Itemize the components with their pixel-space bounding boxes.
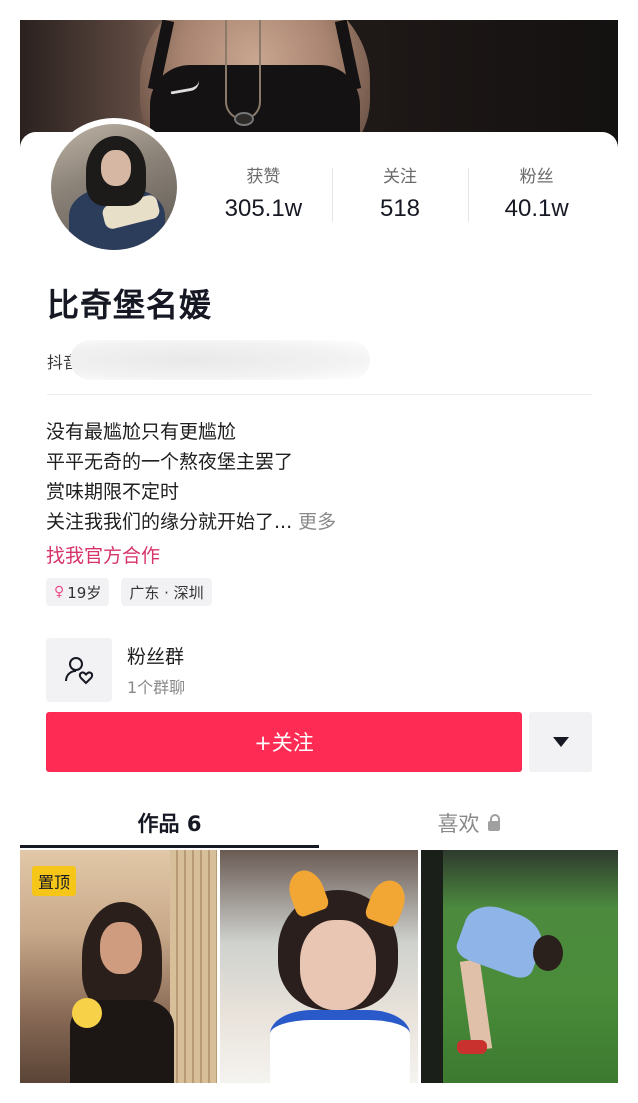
emoji-sticker-icon [72, 998, 102, 1028]
bio-line: 没有最尴尬只有更尴尬 [46, 421, 237, 443]
follow-button[interactable]: +关注 [46, 712, 522, 772]
tab-works[interactable]: 作品 6 [20, 797, 319, 848]
avatar[interactable] [45, 118, 183, 256]
lock-icon [487, 813, 500, 831]
tab-likes[interactable]: 喜欢 [319, 797, 618, 848]
official-collab-link[interactable]: 找我官方合作 [46, 541, 160, 568]
profile-tags: ♀ 19岁 广东 · 深圳 [46, 578, 212, 606]
pinned-badge: 置顶 [32, 866, 77, 896]
douyin-id-redacted [70, 340, 370, 380]
stat-following[interactable]: 关注 518 [331, 162, 469, 232]
age-text: 19岁 [67, 583, 102, 602]
tab-works-label: 作品 6 [137, 811, 202, 836]
bio: 没有最尴尬只有更尴尬 平平无奇的一个熬夜堡主罢了 赏味期限不定时 关注我我们的缘… [46, 417, 336, 537]
bio-line: 平平无奇的一个熬夜堡主罢了 [46, 451, 294, 473]
stat-likes-label: 获赞 [246, 167, 281, 187]
nickname: 比奇堡名媛 [47, 286, 213, 324]
video-thumbnail[interactable] [220, 850, 418, 1083]
bio-line-text: 关注我我们的缘分就开始了... [46, 511, 293, 533]
more-options-button[interactable] [529, 712, 592, 772]
age-tag: ♀ 19岁 [46, 578, 110, 606]
divider [47, 394, 592, 395]
profile-screen: 获赞 305.1w 关注 518 粉丝 40.1w 比奇堡名媛 抖音 没有最尴尬… [20, 20, 618, 1083]
stat-following-label: 关注 [383, 167, 417, 187]
location-tag: 广东 · 深圳 [121, 578, 212, 606]
female-icon: ♀ [54, 584, 65, 600]
stat-followers-value: 40.1w [504, 195, 569, 222]
profile-card: 获赞 305.1w 关注 518 粉丝 40.1w 比奇堡名媛 抖音 没有最尴尬… [20, 118, 618, 848]
location-text: 广东 · 深圳 [129, 583, 204, 602]
bio-more-link[interactable]: 更多 [298, 511, 336, 533]
video-grid: 置顶 [20, 850, 618, 1083]
fan-group-title: 粉丝群 [127, 646, 185, 668]
stat-followers-label: 粉丝 [519, 167, 554, 187]
tab-likes-label: 喜欢 [437, 811, 480, 836]
stat-followers[interactable]: 粉丝 40.1w [468, 162, 605, 232]
fan-group-icon [46, 638, 112, 702]
profile-stats: 获赞 305.1w 关注 518 粉丝 40.1w [195, 162, 605, 232]
video-thumbnail[interactable]: 置顶 [20, 850, 218, 1083]
caret-down-icon [552, 737, 569, 747]
fan-group-entry[interactable]: 粉丝群 1个群聊 [46, 638, 446, 702]
stat-likes[interactable]: 获赞 305.1w [195, 162, 332, 232]
bio-line: 赏味期限不定时 [46, 481, 180, 503]
stat-likes-value: 305.1w [224, 195, 303, 222]
stat-following-value: 518 [379, 195, 421, 222]
video-thumbnail[interactable] [420, 850, 618, 1083]
bio-line-last: 关注我我们的缘分就开始了... 更多 [46, 507, 336, 537]
content-tabs: 作品 6 喜欢 [20, 797, 618, 848]
fan-group-subtitle: 1个群聊 [127, 678, 186, 697]
